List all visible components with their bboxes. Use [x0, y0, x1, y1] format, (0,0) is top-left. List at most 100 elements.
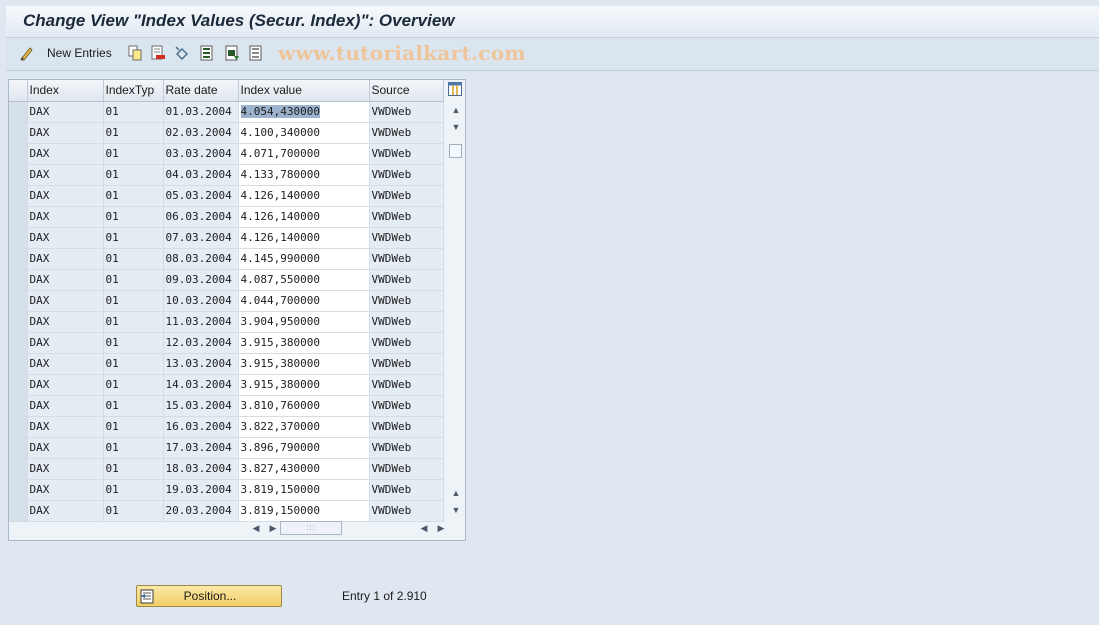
table-row[interactable]: DAX 01 02.03.2004 4.100,340000 VWDWeb: [9, 122, 444, 144]
position-icon: [140, 589, 154, 603]
cell-source: VWDWeb: [369, 416, 444, 438]
row-selector[interactable]: [9, 416, 28, 438]
table-row[interactable]: DAX 01 19.03.2004 3.819,150000 VWDWeb: [9, 479, 444, 501]
cell-rate-date: 12.03.2004: [163, 332, 239, 354]
table-row[interactable]: DAX 01 14.03.2004 3.915,380000 VWDWeb: [9, 374, 444, 396]
title-bar: Change View "Index Values (Secur. Index)…: [6, 6, 1099, 38]
cell-index-value[interactable]: 4.100,340000: [238, 122, 370, 144]
vertical-scrollbar[interactable]: ▲ ▼ ▲ ▼: [447, 102, 465, 519]
scroll-far-right-icon[interactable]: ▶: [434, 521, 448, 535]
row-selector[interactable]: [9, 353, 28, 375]
scroll-up-icon[interactable]: ▲: [449, 103, 463, 117]
table-settings-icon[interactable]: [448, 82, 462, 96]
cell-index-value[interactable]: 3.896,790000: [238, 437, 370, 459]
cell-index: DAX: [27, 164, 104, 186]
cell-index-value[interactable]: 3.822,370000: [238, 416, 370, 438]
table-row[interactable]: DAX 01 20.03.2004 3.819,150000 VWDWeb: [9, 500, 444, 522]
horizontal-scrollbar[interactable]: ◀ ▶ ::: ◀ ▶: [243, 520, 444, 536]
scroll-down-icon[interactable]: ▼: [449, 503, 463, 517]
table-row[interactable]: DAX 01 10.03.2004 4.044,700000 VWDWeb: [9, 290, 444, 312]
table-row[interactable]: DAX 01 01.03.2004 4.054,430000 VWDWeb: [9, 101, 444, 123]
cell-index-value[interactable]: 4.071,700000: [238, 143, 370, 165]
cell-index-value[interactable]: 4.145,990000: [238, 248, 370, 270]
cell-index-value[interactable]: 4.126,140000: [238, 227, 370, 249]
deselect-all-icon: [249, 45, 262, 61]
column-header-indextyp[interactable]: IndexTyp: [103, 80, 164, 102]
scroll-right-icon[interactable]: ▶: [266, 521, 280, 535]
cell-index-value[interactable]: 3.904,950000: [238, 311, 370, 333]
row-selector[interactable]: [9, 395, 28, 417]
column-header-rate-date[interactable]: Rate date: [163, 80, 239, 102]
column-header-index[interactable]: Index: [27, 80, 104, 102]
deselect-all-button[interactable]: [248, 44, 264, 62]
cell-index-value[interactable]: 3.819,150000: [238, 500, 370, 522]
cell-index-value[interactable]: 3.915,380000: [238, 374, 370, 396]
row-selector[interactable]: [9, 269, 28, 291]
table-row[interactable]: DAX 01 12.03.2004 3.915,380000 VWDWeb: [9, 332, 444, 354]
table-row[interactable]: DAX 01 07.03.2004 4.126,140000 VWDWeb: [9, 227, 444, 249]
position-button[interactable]: Position...: [136, 585, 282, 607]
cell-source: VWDWeb: [369, 311, 444, 333]
select-all-button[interactable]: [199, 44, 215, 62]
row-selector[interactable]: [9, 374, 28, 396]
copy-button[interactable]: [127, 44, 143, 62]
cell-indextyp: 01: [103, 500, 164, 522]
table-row[interactable]: DAX 01 06.03.2004 4.126,140000 VWDWeb: [9, 206, 444, 228]
cell-index-value[interactable]: 4.044,700000: [238, 290, 370, 312]
row-selector[interactable]: [9, 500, 28, 522]
cell-rate-date: 10.03.2004: [163, 290, 239, 312]
table-row[interactable]: DAX 01 03.03.2004 4.071,700000 VWDWeb: [9, 143, 444, 165]
page-down-icon[interactable]: ▼: [449, 120, 463, 134]
table-row[interactable]: DAX 01 11.03.2004 3.904,950000 VWDWeb: [9, 311, 444, 333]
row-selector-header[interactable]: [9, 80, 28, 102]
row-selector[interactable]: [9, 458, 28, 480]
table-row[interactable]: DAX 01 08.03.2004 4.145,990000 VWDWeb: [9, 248, 444, 270]
table-row[interactable]: DAX 01 17.03.2004 3.896,790000 VWDWeb: [9, 437, 444, 459]
cell-index-value[interactable]: 3.827,430000: [238, 458, 370, 480]
cell-index-value[interactable]: 3.915,380000: [238, 353, 370, 375]
cell-index-value[interactable]: 4.133,780000: [238, 164, 370, 186]
row-selector[interactable]: [9, 479, 28, 501]
cell-index-value[interactable]: 4.126,140000: [238, 206, 370, 228]
cell-source: VWDWeb: [369, 206, 444, 228]
column-header-source[interactable]: Source: [369, 80, 444, 102]
row-selector[interactable]: [9, 332, 28, 354]
row-selector[interactable]: [9, 122, 28, 144]
cell-index-value[interactable]: 4.126,140000: [238, 185, 370, 207]
scroll-left-icon[interactable]: ◀: [249, 521, 263, 535]
table-row[interactable]: DAX 01 13.03.2004 3.915,380000 VWDWeb: [9, 353, 444, 375]
cell-rate-date: 07.03.2004: [163, 227, 239, 249]
table-row[interactable]: DAX 01 09.03.2004 4.087,550000 VWDWeb: [9, 269, 444, 291]
cell-index-value[interactable]: 3.819,150000: [238, 479, 370, 501]
cell-index-value[interactable]: 4.054,430000: [238, 101, 370, 123]
table-row[interactable]: DAX 01 15.03.2004 3.810,760000 VWDWeb: [9, 395, 444, 417]
row-selector[interactable]: [9, 206, 28, 228]
scroll-far-left-icon[interactable]: ◀: [417, 521, 431, 535]
horizontal-scroll-thumb[interactable]: :::: [280, 521, 342, 535]
cell-rate-date: 16.03.2004: [163, 416, 239, 438]
row-selector[interactable]: [9, 437, 28, 459]
select-block-button[interactable]: [224, 44, 240, 62]
table-row[interactable]: DAX 01 16.03.2004 3.822,370000 VWDWeb: [9, 416, 444, 438]
row-selector[interactable]: [9, 185, 28, 207]
row-selector[interactable]: [9, 101, 28, 123]
cell-index-value[interactable]: 3.915,380000: [238, 332, 370, 354]
undo-change-button[interactable]: [174, 44, 190, 62]
table-row[interactable]: DAX 01 05.03.2004 4.126,140000 VWDWeb: [9, 185, 444, 207]
cell-index-value[interactable]: 3.810,760000: [238, 395, 370, 417]
row-selector[interactable]: [9, 290, 28, 312]
page-up-icon[interactable]: ▲: [449, 486, 463, 500]
row-selector[interactable]: [9, 164, 28, 186]
delete-button[interactable]: [150, 44, 166, 62]
table-row[interactable]: DAX 01 04.03.2004 4.133,780000 VWDWeb: [9, 164, 444, 186]
selected-value[interactable]: 4.054,430000: [240, 105, 320, 118]
vertical-scroll-thumb[interactable]: [449, 144, 462, 158]
table-row[interactable]: DAX 01 18.03.2004 3.827,430000 VWDWeb: [9, 458, 444, 480]
cell-index-value[interactable]: 4.087,550000: [238, 269, 370, 291]
row-selector[interactable]: [9, 311, 28, 333]
row-selector[interactable]: [9, 143, 28, 165]
column-header-index-value[interactable]: Index value: [238, 80, 370, 102]
new-entries-button[interactable]: New Entries: [19, 44, 112, 62]
row-selector[interactable]: [9, 227, 28, 249]
row-selector[interactable]: [9, 248, 28, 270]
